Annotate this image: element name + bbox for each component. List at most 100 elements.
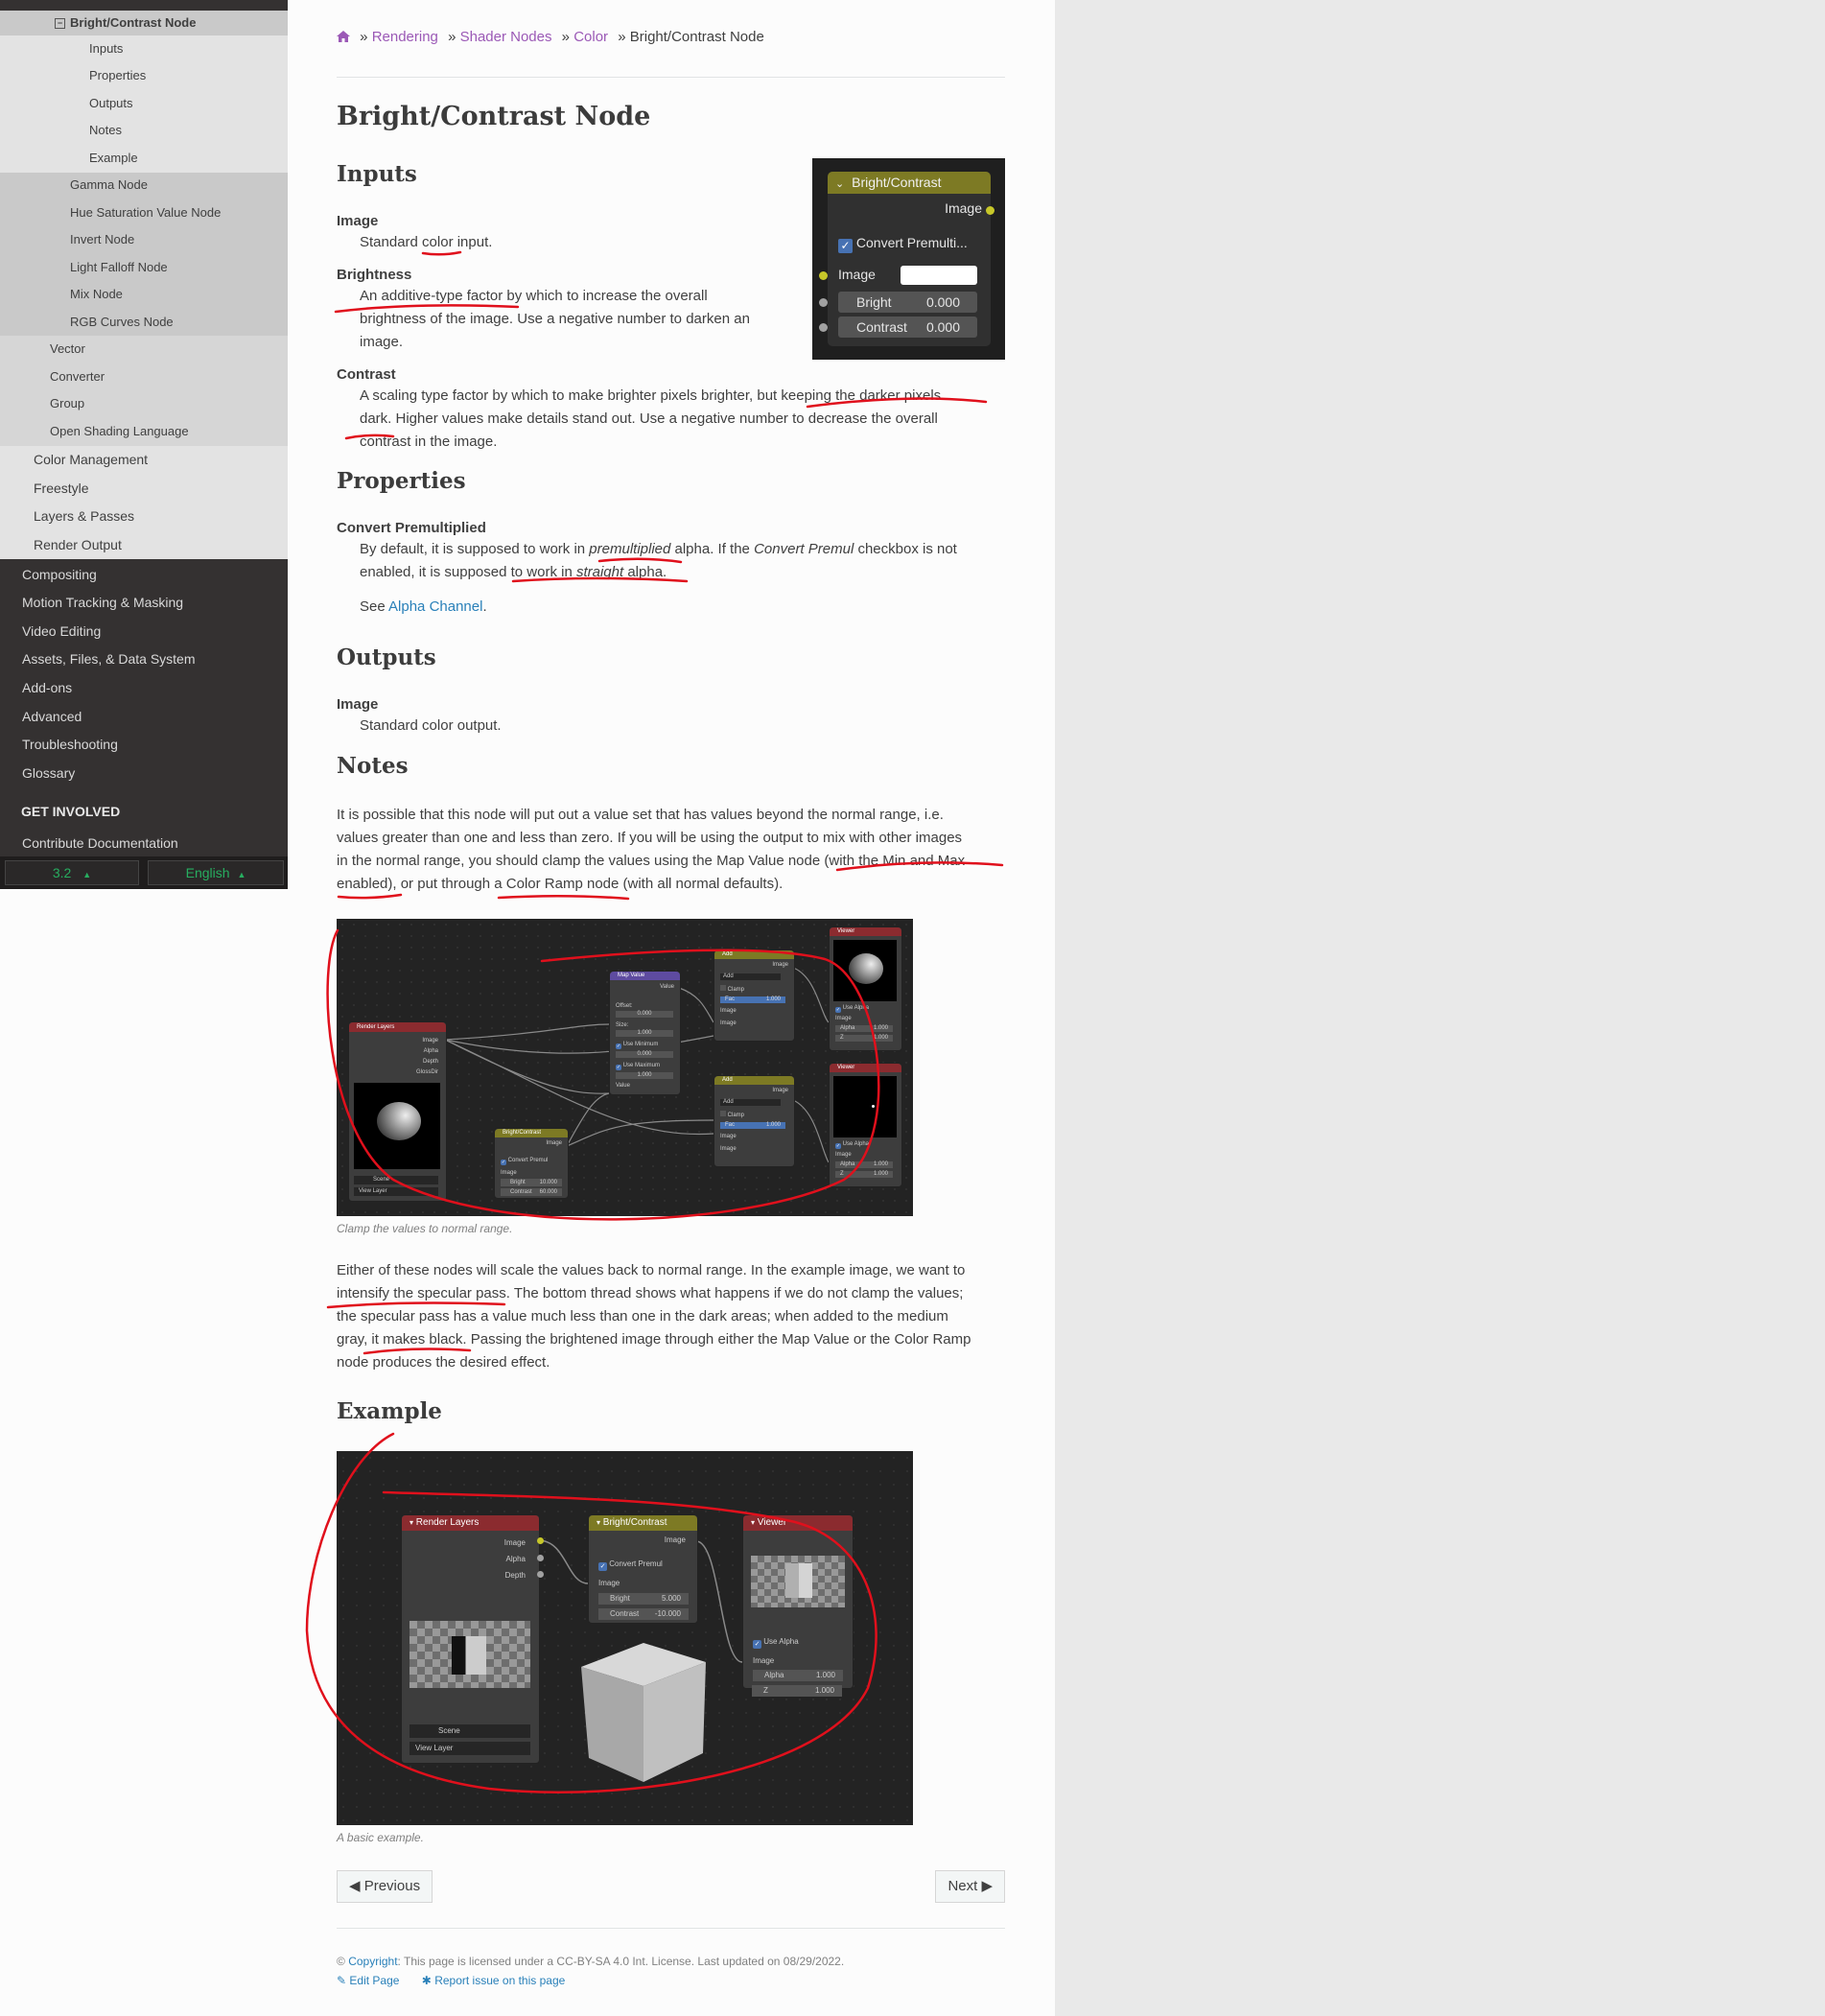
sidebar-item-layers-passes[interactable]: Layers & Passes (0, 506, 288, 526)
add-node-top[interactable]: Add Image Add Clamp Fac 1.000 Image Image (714, 949, 795, 1042)
view-layer-field[interactable]: View Layer (354, 1187, 438, 1196)
z-field[interactable]: Z 1.000 (835, 1171, 893, 1178)
bright-socket[interactable] (819, 298, 828, 307)
sidebar-item-assets[interactable]: Assets, Files, & Data System (0, 649, 288, 668)
clamp-checkbox[interactable]: Clamp (720, 1111, 744, 1118)
sidebar-item-converter[interactable]: Converter (0, 367, 288, 387)
bright-value: 10.000 (539, 1180, 557, 1185)
bright-field[interactable]: Bright 5.000 (598, 1593, 689, 1605)
add-node-bottom[interactable]: Add Image Add Clamp Fac 1.000 Image Image (714, 1075, 795, 1167)
sidebar-item-contribute[interactable]: Contribute Documentation (0, 833, 288, 853)
output-socket[interactable] (986, 206, 994, 215)
use-minimum-checkbox[interactable]: ✓ Use Minimum (616, 1042, 658, 1049)
sidebar-item-video-editing[interactable]: Video Editing (0, 621, 288, 641)
convert-premul-checkbox[interactable]: ✓ Convert Premul (501, 1158, 548, 1165)
use-maximum-checkbox[interactable]: ✓ Use Maximum (616, 1063, 660, 1070)
sidebar-item-motion-tracking[interactable]: Motion Tracking & Masking (0, 593, 288, 612)
sidebar-item-notes[interactable]: Notes (0, 121, 288, 140)
input-image-label: Image (720, 1020, 737, 1026)
use-alpha-checkbox[interactable]: ✓ Use Alpha (753, 1637, 799, 1649)
z-field[interactable]: Z 1.000 (835, 1035, 893, 1042)
use-alpha-checkbox[interactable]: ✓ Use Alpha (835, 1141, 869, 1149)
home-icon[interactable] (337, 29, 354, 45)
previous-button[interactable]: ◀ Previous (337, 1870, 433, 1903)
bright-field[interactable]: Bright 10.000 (501, 1179, 562, 1186)
report-issue-link[interactable]: ✱ Report issue on this page (422, 1974, 566, 1987)
edit-page-link[interactable]: ✎ Edit Page (337, 1974, 399, 1987)
bright-contrast-node[interactable]: Bright/Contrast Image ✓ Convert Premul I… (494, 1128, 569, 1199)
sidebar-item-mix-node[interactable]: Mix Node (0, 285, 288, 304)
sidebar-item-glossary[interactable]: Glossary (0, 763, 288, 783)
language-button[interactable]: English ▲ (148, 860, 284, 885)
bright-contrast-node[interactable]: ▾ Bright/Contrast Image ✓ Convert Premul… (588, 1514, 698, 1624)
contrast-socket[interactable] (819, 323, 828, 332)
viewer-node-top[interactable]: Viewer ✓ Use Alpha Image Alpha 1.000 Z 1.0… (829, 926, 902, 1051)
viewer-node-bottom[interactable]: Viewer ✓ Use Alpha Image Alpha 1.000 Z 1.0… (829, 1063, 902, 1187)
alpha-field[interactable]: Alpha 1.000 (835, 1161, 893, 1168)
breadcrumb-link-shader-nodes[interactable]: Shader Nodes (460, 29, 552, 45)
sidebar-item-rgb-curves-node[interactable]: RGB Curves Node (0, 313, 288, 332)
alpha-socket[interactable] (537, 1555, 544, 1561)
blend-mode-select[interactable]: Add (720, 1099, 781, 1106)
viewer-node[interactable]: ▾ Viewer ✓ Use Alpha Image Alpha 1.000 (742, 1514, 854, 1689)
render-layers-node[interactable]: ▾ Render Layers Image Alpha Depth Scene … (401, 1514, 544, 1764)
sidebar-item-gamma-node[interactable]: Gamma Node (0, 176, 288, 195)
z-field[interactable]: Z 1.000 (752, 1685, 842, 1697)
contrast-field[interactable]: Contrast 60.000 (501, 1188, 562, 1196)
offset-field[interactable]: 0.000 (616, 1011, 673, 1018)
sidebar-item-troubleshooting[interactable]: Troubleshooting (0, 735, 288, 754)
blend-mode-select[interactable]: Add (720, 973, 781, 980)
alpha-field[interactable]: Alpha 1.000 (753, 1670, 843, 1681)
sidebar-item-advanced[interactable]: Advanced (0, 707, 288, 726)
size-field[interactable]: 1.000 (616, 1030, 673, 1037)
sidebar-item-vector[interactable]: Vector (0, 340, 288, 359)
scene-field[interactable]: Scene (409, 1724, 530, 1738)
version-button[interactable]: 3.2 ▲ (5, 860, 139, 885)
sidebar-item-bright-contrast-node[interactable]: − Bright/Contrast Node (0, 11, 288, 35)
sidebar-item-properties[interactable]: Properties (0, 66, 288, 85)
breadcrumb-link-color[interactable]: Color (573, 29, 608, 45)
breadcrumb-link-rendering[interactable]: Rendering (372, 29, 438, 45)
contrast-field[interactable]: Contrast 0.000 (838, 316, 977, 338)
sidebar-item-outputs[interactable]: Outputs (0, 94, 288, 113)
view-layer-field[interactable]: View Layer (409, 1742, 530, 1755)
sidebar-item-freestyle[interactable]: Freestyle (0, 479, 288, 498)
contrast-field[interactable]: Contrast -10.000 (598, 1608, 689, 1620)
input-image-label: Image (720, 1008, 737, 1014)
depth-socket[interactable] (537, 1571, 544, 1578)
input-socket[interactable] (819, 271, 828, 280)
sidebar-item-osl[interactable]: Open Shading Language (0, 422, 288, 441)
alpha-field[interactable]: Alpha 1.000 (835, 1025, 893, 1032)
sidebar-item-add-ons[interactable]: Add-ons (0, 678, 288, 697)
collapse-icon[interactable]: − (55, 18, 65, 29)
bright-field[interactable]: Bright 0.000 (838, 292, 977, 313)
chevron-down-icon: ▾ (751, 1518, 756, 1527)
sidebar-item-compositing[interactable]: Compositing (0, 565, 288, 584)
convert-premul-checkbox[interactable]: ✓ Convert Premul (598, 1559, 663, 1571)
use-alpha-checkbox[interactable]: ✓ Use Alpha (835, 1005, 869, 1013)
sidebar-item-inputs[interactable]: Inputs (0, 39, 288, 59)
alpha-channel-link[interactable]: Alpha Channel (388, 598, 482, 615)
clamp-checkbox[interactable]: Clamp (720, 985, 744, 993)
map-value-node[interactable]: Map Value Value Offset: 0.000 Size: 1.00… (609, 971, 681, 1095)
scene-field[interactable]: Scene (354, 1176, 438, 1184)
sidebar-item-hsv-node[interactable]: Hue Saturation Value Node (0, 203, 288, 223)
fac-field[interactable]: Fac 1.000 (720, 1122, 785, 1129)
sidebar-item-render-output[interactable]: Render Output (0, 535, 288, 554)
report-issue-label: Report issue on this page (434, 1974, 566, 1987)
sidebar-item-example[interactable]: Example (0, 149, 288, 168)
sidebar-item-invert-node[interactable]: Invert Node (0, 230, 288, 249)
next-button[interactable]: Next ▶ (935, 1870, 1005, 1903)
copyright-link[interactable]: Copyright (348, 1955, 397, 1968)
render-layers-node[interactable]: Render Layers Image Alpha Depth GlossDir… (348, 1021, 447, 1202)
convert-premul-checkbox[interactable]: ✓ Convert Premulti... (838, 235, 968, 253)
figure-caption-example: A basic example. (337, 1831, 424, 1844)
sidebar-item-group[interactable]: Group (0, 394, 288, 413)
fac-field[interactable]: Fac 1.000 (720, 996, 785, 1003)
sidebar-item-light-falloff-node[interactable]: Light Falloff Node (0, 258, 288, 277)
sidebar-item-color-management[interactable]: Color Management (0, 450, 288, 469)
image-socket[interactable] (537, 1537, 544, 1544)
image-color-swatch[interactable] (901, 266, 977, 285)
min-field[interactable]: 0.000 (616, 1051, 673, 1058)
max-field[interactable]: 1.000 (616, 1072, 673, 1079)
